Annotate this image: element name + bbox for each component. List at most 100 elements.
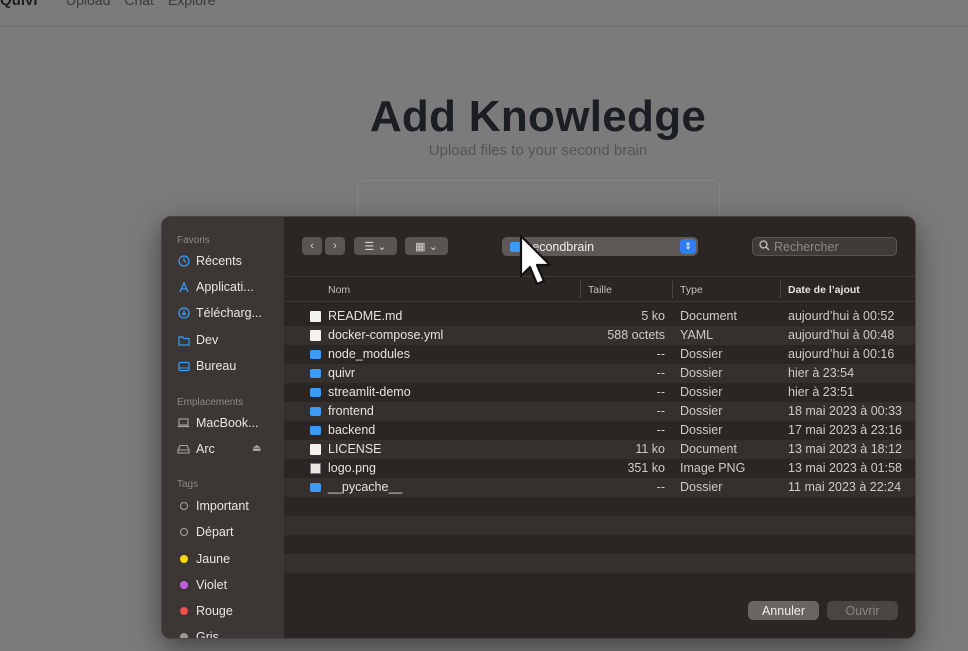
sidebar-tag-rouge[interactable]: Rouge [177, 601, 281, 621]
folder-icon [310, 407, 321, 416]
file-type: Dossier [680, 366, 723, 380]
clock-icon [177, 255, 190, 268]
file-type: YAML [680, 328, 714, 342]
document-icon [310, 444, 321, 455]
file-size: -- [656, 423, 665, 437]
file-type: Document [680, 442, 737, 456]
sidebar-item-label: Bureau [196, 359, 237, 373]
file-date: 11 mai 2023 à 22:24 [788, 480, 902, 494]
open-button[interactable]: Ouvrir [827, 601, 898, 620]
column-size-header[interactable]: Taille [588, 284, 612, 296]
file-size: 351 ko [627, 461, 665, 475]
file-row[interactable]: README.md 5 ko Document aujourd’hui à 00… [284, 307, 915, 326]
file-type: Dossier [680, 480, 723, 494]
file-name: README.md [328, 309, 403, 323]
search-placeholder: Rechercher [774, 239, 839, 254]
file-row[interactable]: LICENSE 11 ko Document 13 mai 2023 à 18:… [284, 440, 915, 459]
file-row[interactable]: node_modules -- Dossier aujourd’hui à 00… [284, 345, 915, 364]
applications-icon [177, 281, 190, 294]
file-size: 588 octets [607, 328, 665, 342]
page-subtitle: Upload files to your second brain [428, 142, 648, 159]
sidebar-item-macbook[interactable]: MacBook... [177, 413, 281, 433]
column-type-header[interactable]: Type [680, 284, 703, 296]
sidebar-item-label: Départ [196, 525, 234, 539]
top-nav-bar: Quivr Upload Chat Explore [0, 0, 968, 27]
sidebar-tag-important[interactable]: Important [177, 496, 281, 516]
column-header: Nom Taille Type Date de l’ajout [284, 276, 915, 302]
file-name: __pycache__ [328, 480, 403, 494]
back-button[interactable]: ‹ [302, 237, 322, 255]
nav-upload[interactable]: Upload [66, 0, 110, 8]
file-type: Dossier [680, 385, 723, 399]
sidebar-item-downloads[interactable]: Télécharg... [177, 303, 281, 323]
column-date-header[interactable]: Date de l’ajout [788, 284, 860, 296]
file-row[interactable]: docker-compose.yml 588 octets YAML aujou… [284, 326, 915, 345]
file-date: hier à 23:54 [788, 366, 855, 380]
file-type: Dossier [680, 347, 723, 361]
desktop-icon [177, 360, 190, 373]
file-list: README.md 5 ko Document aujourd’hui à 00… [284, 307, 915, 573]
sidebar-tag-jaune[interactable]: Jaune [177, 549, 281, 569]
file-row[interactable]: backend -- Dossier 17 mai 2023 à 23:16 [284, 421, 915, 440]
file-row[interactable]: frontend -- Dossier 18 mai 2023 à 00:33 [284, 402, 915, 421]
file-type: Image PNG [680, 461, 746, 475]
file-name: quivr [328, 366, 356, 380]
file-row[interactable]: logo.png 351 ko Image PNG 13 mai 2023 à … [284, 459, 915, 478]
file-size: 11 ko [635, 442, 665, 456]
search-field[interactable]: Rechercher [752, 237, 897, 256]
tag-purple-dot-icon [180, 581, 188, 589]
list-view-button[interactable]: ☰ ⌄ [354, 237, 397, 255]
file-name: frontend [328, 404, 374, 418]
sidebar-tag-depart[interactable]: Départ [177, 522, 281, 542]
file-name: node_modules [328, 347, 411, 361]
eject-icon[interactable]: ⏏ [252, 443, 261, 454]
sidebar-item-arc[interactable]: Arc [177, 439, 281, 459]
empty-row [284, 535, 915, 554]
file-type: Document [680, 309, 737, 323]
sidebar-item-label: Jaune [196, 552, 231, 566]
file-name: docker-compose.yml [328, 328, 444, 342]
empty-row [284, 497, 915, 516]
file-date: 13 mai 2023 à 18:12 [788, 442, 902, 456]
sidebar-item-bureau[interactable]: Bureau [177, 356, 281, 376]
file-type: Dossier [680, 423, 723, 437]
sidebar-item-label: Violet [196, 578, 228, 592]
dialog-main-pane: ‹ › ☰ ⌄ ▦ ⌄ secondbrain ⇕ Rechercher Nom… [284, 217, 915, 638]
folder-icon [310, 369, 321, 378]
file-date: 17 mai 2023 à 23:16 [788, 423, 902, 437]
sidebar-item-label: Gris [196, 630, 219, 639]
file-row[interactable]: quivr -- Dossier hier à 23:54 [284, 364, 915, 383]
file-name: backend [328, 423, 376, 437]
sidebar-item-dev[interactable]: Dev [177, 330, 281, 350]
file-size: -- [656, 366, 665, 380]
forward-button[interactable]: › [325, 237, 345, 255]
image-file-icon [310, 463, 321, 474]
grid-view-button[interactable]: ▦ ⌄ [405, 237, 448, 255]
nav-explore[interactable]: Explore [168, 0, 215, 8]
folder-icon [310, 388, 321, 397]
column-name-header[interactable]: Nom [328, 284, 350, 296]
nav-chat[interactable]: Chat [124, 0, 154, 8]
folder-icon [177, 334, 190, 347]
sidebar-item-label: Récents [196, 254, 242, 268]
folder-icon [310, 350, 321, 359]
document-icon [310, 311, 321, 322]
sidebar-item-applications[interactable]: Applicati... [177, 277, 281, 297]
sidebar-tag-gris[interactable]: Gris [177, 627, 281, 639]
sidebar-item-label: Rouge [196, 604, 233, 618]
dialog-sidebar: Favoris Récents Applicati... Télécharg..… [162, 217, 284, 638]
mouse-pointer-icon [519, 234, 553, 293]
file-row[interactable]: __pycache__ -- Dossier 11 mai 2023 à 22:… [284, 478, 915, 497]
tag-empty-dot-icon [180, 502, 188, 510]
drive-icon [177, 443, 190, 456]
sidebar-item-label: Arc [196, 442, 215, 456]
app-logo[interactable]: Quivr [0, 0, 39, 9]
cancel-button[interactable]: Annuler [748, 601, 819, 620]
file-row[interactable]: streamlit-demo -- Dossier hier à 23:51 [284, 383, 915, 402]
file-type: Dossier [680, 404, 723, 418]
file-size: -- [656, 385, 665, 399]
sidebar-item-recents[interactable]: Récents [177, 251, 281, 271]
sidebar-tag-violet[interactable]: Violet [177, 575, 281, 595]
file-date: aujourd’hui à 00:48 [788, 328, 895, 342]
file-date: aujourd’hui à 00:52 [788, 309, 895, 323]
